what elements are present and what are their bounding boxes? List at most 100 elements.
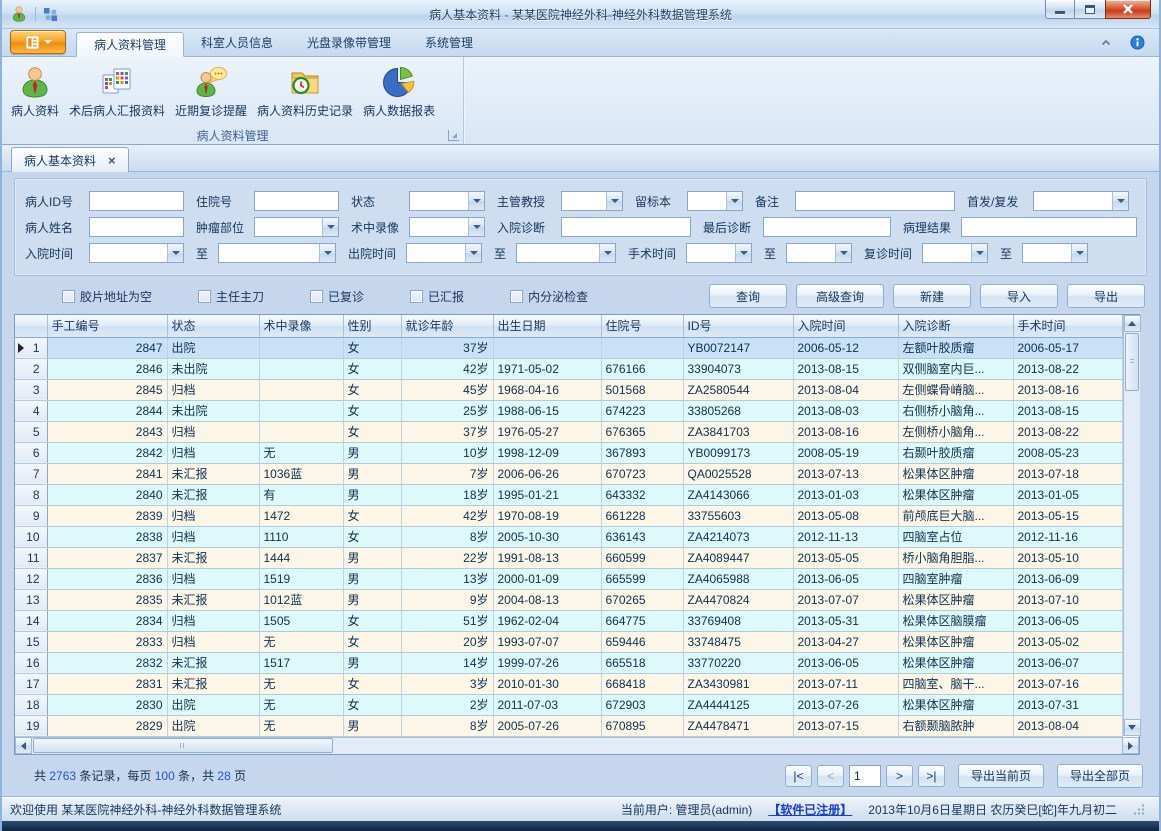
column-header[interactable]: 住院号 — [601, 315, 683, 337]
column-header[interactable]: 就诊年龄 — [401, 315, 493, 337]
dialog-launcher-icon[interactable] — [448, 130, 459, 141]
table-row[interactable]: 122836归档1519男13岁2000-01-09665599ZA406598… — [15, 568, 1122, 589]
vertical-scrollbar[interactable] — [1123, 315, 1140, 736]
ribbon-action-button[interactable]: 术后病人汇报资料 — [64, 61, 170, 127]
field-combo-surgery-date-from[interactable] — [686, 243, 752, 263]
combo-dropdown-button[interactable] — [468, 218, 484, 236]
field-input-admission-diagnosis[interactable] — [561, 217, 691, 237]
checkbox-revisited[interactable]: 已复诊 — [310, 288, 364, 305]
table-row[interactable]: 152833归档无女20岁1993-07-0765944633748475201… — [15, 631, 1122, 652]
resize-grip-icon[interactable] — [1133, 803, 1145, 815]
combo-dropdown-button[interactable] — [1112, 192, 1128, 210]
scroll-left-button[interactable] — [15, 737, 32, 754]
checkbox-box[interactable] — [310, 290, 323, 303]
table-row[interactable]: 192829出院无男8岁2005-07-26670895ZA4478471201… — [15, 715, 1122, 736]
field-combo-admission-date-from[interactable] — [89, 243, 184, 263]
column-header[interactable]: 状态 — [167, 315, 259, 337]
import-button[interactable]: 导入 — [980, 284, 1058, 308]
checkbox-chief-surgeon[interactable]: 主任主刀 — [198, 288, 264, 305]
table-row[interactable]: 32845归档女45岁1968-04-16501568ZA25805442013… — [15, 379, 1122, 400]
table-row[interactable]: 182830出院无女2岁2011-07-03672903ZA4444125201… — [15, 694, 1122, 715]
field-input-inpatient-no[interactable] — [254, 191, 339, 211]
scroll-down-button[interactable] — [1124, 719, 1141, 736]
export-current-page-button[interactable]: 导出当前页 — [958, 764, 1044, 788]
combo-dropdown-button[interactable] — [606, 192, 622, 210]
application-menu-button[interactable] — [10, 30, 66, 54]
advanced-query-button[interactable]: 高级查询 — [796, 284, 884, 308]
ribbon-action-button[interactable]: 病人资料历史记录 — [252, 61, 358, 127]
scroll-up-button[interactable] — [1124, 315, 1141, 332]
first-page-button[interactable]: |< — [785, 765, 812, 787]
table-row[interactable]: 172831未汇报无女3岁2010-01-30668418ZA343098120… — [15, 673, 1122, 694]
checkbox-box[interactable] — [62, 290, 75, 303]
minimize-button[interactable] — [1045, 0, 1075, 19]
new-button[interactable]: 新建 — [893, 284, 971, 308]
export-all-pages-button[interactable]: 导出全部页 — [1057, 764, 1143, 788]
ribbon-action-button[interactable]: 病人数据报表 — [358, 61, 440, 127]
ribbon-tab[interactable]: 系统管理 — [408, 31, 490, 56]
quick-access-squares-icon[interactable] — [43, 7, 58, 22]
column-header[interactable]: 入院诊断 — [898, 315, 1013, 337]
close-button[interactable] — [1105, 0, 1151, 19]
tab-close-icon[interactable]: × — [108, 154, 116, 167]
combo-dropdown-button[interactable] — [971, 244, 987, 262]
table-row[interactable]: 42844未出院女25岁1988-06-15674223338052682013… — [15, 400, 1122, 421]
combo-dropdown-button[interactable] — [835, 244, 851, 262]
field-combo-tumor-site[interactable] — [254, 217, 339, 237]
last-page-button[interactable]: >| — [918, 765, 945, 787]
software-registered-link[interactable]: 【软件已注册】 — [768, 801, 852, 818]
checkbox-box[interactable] — [410, 290, 423, 303]
table-row[interactable]: 12847出院女37岁YB00721472006-05-12左额叶胶质瘤2006… — [15, 337, 1122, 358]
field-combo-professor[interactable] — [561, 191, 623, 211]
column-header[interactable]: 手工编号 — [47, 315, 167, 337]
export-button[interactable]: 导出 — [1067, 284, 1145, 308]
table-row[interactable]: 72841未汇报1036蓝男7岁2006-06-26670723QA002552… — [15, 463, 1122, 484]
table-row[interactable]: 92839归档1472女42岁1970-08-19661228337556032… — [15, 505, 1122, 526]
next-page-button[interactable]: > — [886, 765, 913, 787]
checkbox-endocrine-exam[interactable]: 内分泌检查 — [510, 288, 588, 305]
combo-dropdown-button[interactable] — [735, 244, 751, 262]
table-row[interactable]: 62842归档无男10岁1998-12-09367893YB0099173200… — [15, 442, 1122, 463]
field-combo-discharge-date-to[interactable] — [516, 243, 616, 263]
field-input-patient-name[interactable] — [89, 217, 184, 237]
field-input-remark[interactable] — [795, 191, 955, 211]
column-header[interactable]: 性别 — [343, 315, 401, 337]
field-combo-surgery-date-to[interactable] — [786, 243, 852, 263]
field-combo-admission-date-to[interactable] — [218, 243, 336, 263]
tab-patient-basic-info[interactable]: 病人基本资料 × — [11, 147, 129, 172]
checkbox-reported[interactable]: 已汇报 — [410, 288, 464, 305]
field-input-pathology-result[interactable] — [961, 217, 1137, 237]
field-combo-specimen[interactable] — [687, 191, 743, 211]
table-row[interactable]: 52843归档女37岁1976-05-27676365ZA38417032013… — [15, 421, 1122, 442]
table-row[interactable]: 82840未汇报有男18岁1995-01-21643332ZA414306620… — [15, 484, 1122, 505]
table-row[interactable]: 22846未出院女42岁1971-05-02676166339040732013… — [15, 358, 1122, 379]
combo-dropdown-button[interactable] — [322, 218, 338, 236]
horizontal-scroll-thumb[interactable] — [33, 738, 333, 753]
column-header[interactable]: ID号 — [683, 315, 793, 337]
table-row[interactable]: 142834归档1505女51岁1962-02-0466477533769408… — [15, 610, 1122, 631]
field-combo-intraop-video[interactable] — [409, 217, 485, 237]
combo-dropdown-button[interactable] — [726, 192, 742, 210]
table-row[interactable]: 112837未汇报1444男22岁1991-08-13660599ZA40894… — [15, 547, 1122, 568]
field-input-patient-id[interactable] — [89, 191, 184, 211]
table-row[interactable]: 102838归档1110女8岁2005-10-30636143ZA4214073… — [15, 526, 1122, 547]
combo-dropdown-button[interactable] — [599, 244, 615, 262]
ribbon-tab[interactable]: 病人资料管理 — [76, 32, 184, 57]
maximize-button[interactable] — [1075, 0, 1105, 19]
field-input-final-diagnosis[interactable] — [763, 217, 891, 237]
horizontal-scrollbar[interactable] — [15, 737, 1139, 754]
column-header[interactable]: 出生日期 — [493, 315, 601, 337]
checkbox-film-address-empty[interactable]: 胶片地址为空 — [62, 288, 152, 305]
scroll-right-button[interactable] — [1122, 737, 1139, 754]
info-icon[interactable] — [1130, 35, 1145, 50]
ribbon-tab[interactable]: 光盘录像带管理 — [290, 31, 408, 56]
field-combo-revisit-date-to[interactable] — [1022, 243, 1088, 263]
field-combo-discharge-date-from[interactable] — [406, 243, 482, 263]
ribbon-action-button[interactable]: 近期复诊提醒 — [170, 61, 252, 127]
ribbon-tab[interactable]: 科室人员信息 — [184, 31, 290, 56]
vertical-scroll-track[interactable] — [1124, 392, 1140, 719]
checkbox-box[interactable] — [510, 290, 523, 303]
combo-dropdown-button[interactable] — [465, 244, 481, 262]
table-row[interactable]: 162832未汇报1517男14岁1999-07-266655183377022… — [15, 652, 1122, 673]
combo-dropdown-button[interactable] — [468, 192, 484, 210]
